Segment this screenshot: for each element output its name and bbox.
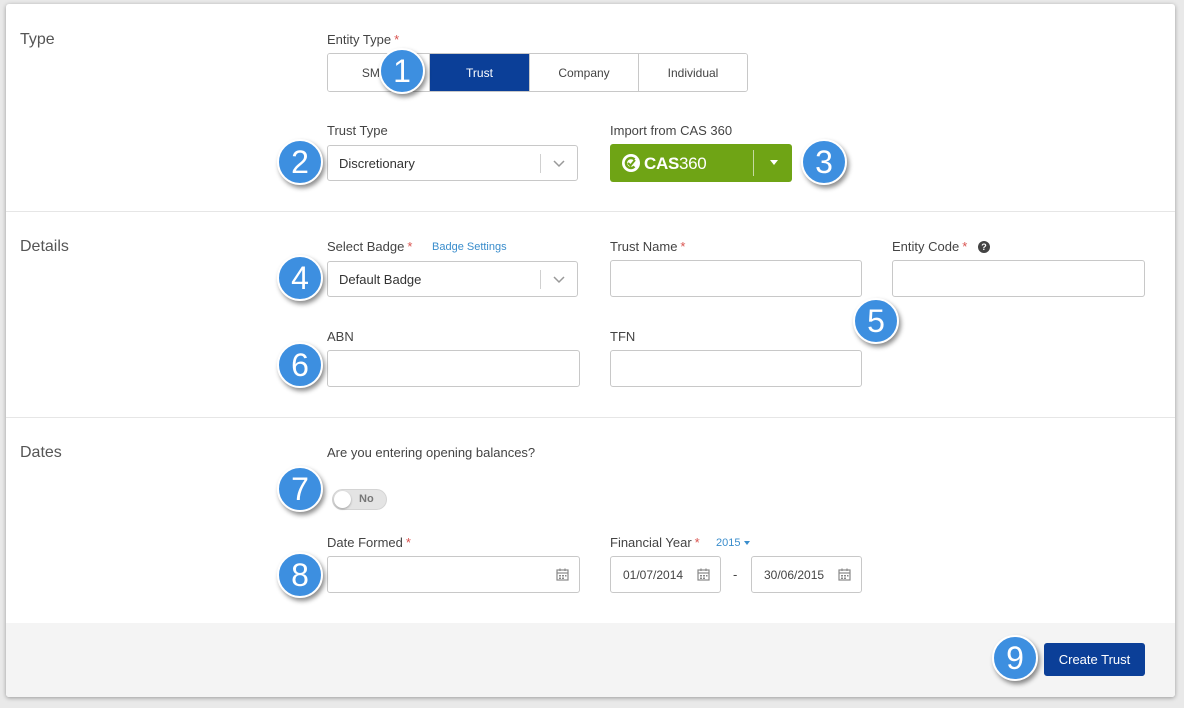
calendar-icon[interactable] [556, 568, 569, 581]
entity-type-company[interactable]: Company [530, 54, 639, 91]
financial-year-dropdown[interactable]: 2015 [716, 537, 751, 549]
trust-type-select[interactable]: Discretionary [327, 145, 578, 181]
callout-marker-7: 7 [277, 466, 323, 512]
callout-marker-2: 2 [277, 139, 323, 185]
abn-input[interactable] [327, 350, 580, 387]
date-formed-input[interactable] [327, 556, 580, 593]
tfn-input[interactable] [610, 350, 862, 387]
caret-down-icon[interactable] [770, 160, 778, 165]
trust-name-input[interactable] [610, 260, 862, 297]
details-section: Details Select Badge * Badge Settings Def… [6, 211, 1175, 418]
chevron-down-icon[interactable] [551, 154, 567, 172]
callout-marker-6: 6 [277, 342, 323, 388]
toggle-state-label: No [359, 493, 374, 505]
callout-marker-8: 8 [277, 552, 323, 598]
entity-type-label: Entity Type * [327, 32, 400, 47]
type-section: Type Entity Type* SMSF Trust Company Ind… [6, 4, 1175, 212]
opening-balances-toggle[interactable]: No [332, 489, 387, 510]
cas360-import-button[interactable]: CAS360 [610, 144, 792, 182]
section-title-details: Details [20, 238, 69, 255]
section-title-dates: Dates [20, 444, 62, 461]
chevron-down-icon[interactable] [551, 270, 567, 288]
entity-type-individual[interactable]: Individual [639, 54, 747, 91]
select-divider [540, 154, 541, 173]
import-cas-label: Import from CAS 360 [610, 123, 733, 138]
financial-year-end-value: 30/06/2015 [764, 568, 825, 582]
dates-section: Dates Are you entering opening balances?… [6, 417, 1175, 623]
question-circle-icon[interactable]: ? [978, 241, 990, 253]
cas360-divider [753, 150, 754, 176]
callout-marker-3: 3 [801, 139, 847, 185]
badge-value: Default Badge [339, 272, 422, 287]
trust-type-value: Discretionary [339, 156, 415, 171]
calendar-icon[interactable] [697, 568, 710, 581]
callout-marker-5: 5 [853, 298, 899, 344]
opening-balances-question: Are you entering opening balances? [327, 445, 536, 460]
cas360-logo-icon [622, 154, 640, 172]
entity-type-trust[interactable]: Trust [430, 54, 530, 91]
financial-year-start-input[interactable]: 01/07/2014 [610, 556, 721, 593]
trust-name-label: Trust Name * [610, 239, 686, 254]
callout-marker-1: 1 [379, 48, 425, 94]
badge-select[interactable]: Default Badge [327, 261, 578, 297]
trust-type-label: Trust Type [327, 123, 388, 138]
date-formed-label: Date Formed * [327, 535, 411, 550]
entity-code-label: Entity Code * [892, 239, 968, 254]
calendar-icon[interactable] [838, 568, 851, 581]
financial-year-start-value: 01/07/2014 [623, 568, 684, 582]
financial-year-end-input[interactable]: 30/06/2015 [751, 556, 862, 593]
select-badge-label: Select Badge * [327, 239, 413, 254]
section-title-type: Type [20, 31, 55, 48]
tfn-label: TFN [610, 329, 636, 344]
cas360-brand-text: CAS360 [644, 154, 707, 173]
create-entity-card: Type Entity Type* SMSF Trust Company Ind… [6, 4, 1175, 697]
callout-marker-4: 4 [277, 255, 323, 301]
badge-settings-link[interactable]: Badge Settings [432, 241, 507, 253]
abn-label: ABN [327, 329, 354, 344]
create-trust-button[interactable]: Create Trust [1044, 643, 1145, 676]
entity-code-input[interactable] [892, 260, 1145, 297]
financial-year-label: Financial Year * [610, 535, 700, 550]
callout-marker-9: 9 [992, 635, 1038, 681]
date-range-separator: - [733, 567, 738, 582]
toggle-knob [334, 491, 351, 508]
select-divider [540, 270, 541, 289]
caret-down-icon [744, 541, 751, 546]
